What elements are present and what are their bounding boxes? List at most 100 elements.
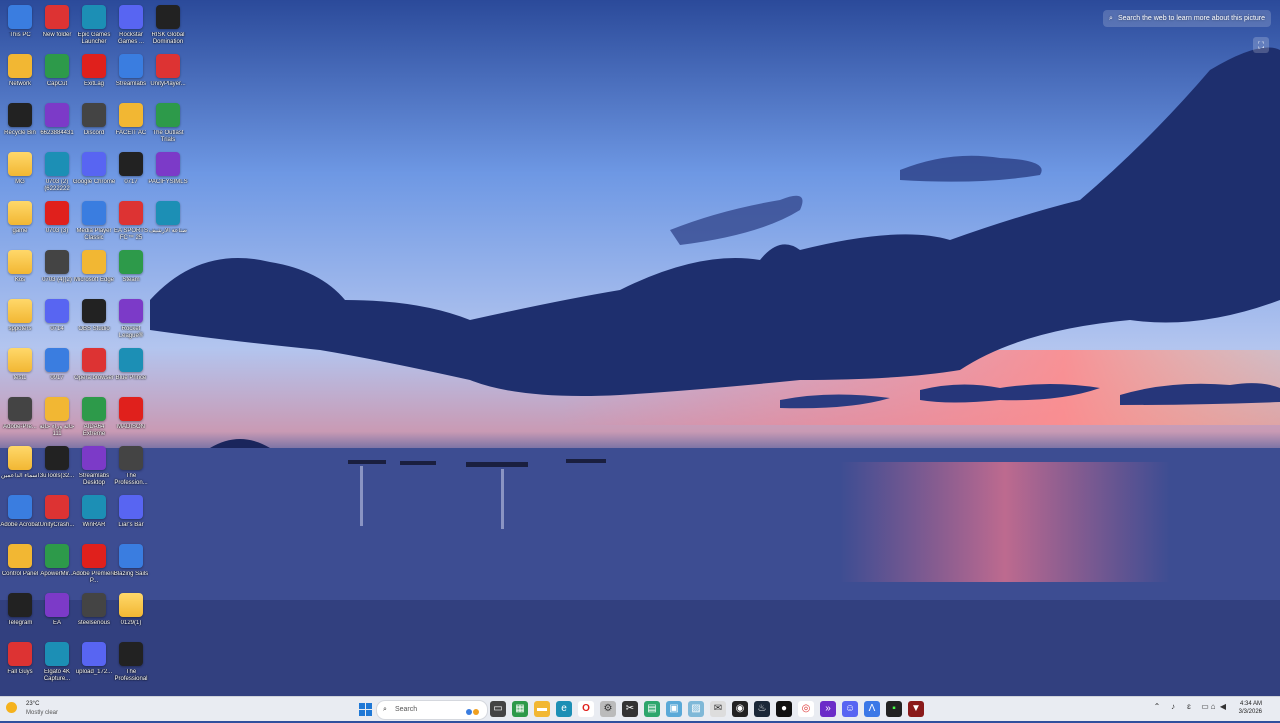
start-button[interactable] <box>357 701 373 717</box>
desktop-icon[interactable]: Epic Games Launcher <box>74 3 114 49</box>
desktop-icon[interactable]: ApowerMir... <box>37 542 77 588</box>
desktop-icon[interactable]: Adobe Acrobat <box>0 493 40 539</box>
desktop-icon[interactable]: Adobe-Pre... <box>0 395 40 441</box>
desktop-icon[interactable]: 0717 <box>111 150 151 196</box>
weather-widget[interactable]: 23°C Mostly clear <box>6 700 86 718</box>
desktop-icon[interactable]: game <box>0 199 40 245</box>
desktop-icon[interactable]: OBS Studio <box>74 297 114 343</box>
desktop-icon[interactable]: Blue Prince <box>111 346 151 392</box>
desktop-icon[interactable]: UnityCrash... <box>37 493 77 539</box>
desktop-icon[interactable]: ExitLag <box>74 52 114 98</box>
desktop-icon[interactable]: 0714 <box>37 297 77 343</box>
desktop-icon[interactable]: CapCut <box>37 52 77 98</box>
microphone-icon[interactable]: ♪ <box>1168 702 1178 711</box>
desktop-icon[interactable]: Media Player Classic <box>74 199 114 245</box>
desktop-icon[interactable]: حالة وراء حالة 111 <box>37 395 77 441</box>
desktop-icon[interactable]: RISK Global Domination <box>148 3 188 49</box>
show-desktop-button[interactable] <box>1270 701 1273 717</box>
desktop-icon[interactable]: Liar's Bar <box>111 493 151 539</box>
desktop-icon[interactable]: 0703 (3) <box>37 199 77 245</box>
desktop-icon[interactable]: Streamlabs Desktop <box>74 444 114 490</box>
network-icon[interactable]: ⌂ <box>1208 702 1218 711</box>
desktop-icon[interactable]: Adobe Premiere P... <box>72 542 116 588</box>
app-icon <box>119 446 143 470</box>
exitlag-icon[interactable]: » <box>820 701 836 717</box>
opera-icon[interactable]: O <box>578 701 594 717</box>
desktop-icon[interactable]: EA SPORTS FC™ 25 <box>111 199 151 245</box>
app-icon <box>82 348 106 372</box>
desktop-icon[interactable]: upload_172... <box>74 640 114 686</box>
streamlabs-icon[interactable]: ◉ <box>732 701 748 717</box>
desktop-icon[interactable]: Control Panel <box>0 542 40 588</box>
lens-corner-icon[interactable]: ⛶ <box>1253 37 1269 53</box>
settings-gear-icon[interactable]: ⚙ <box>600 701 616 717</box>
desktop-icon[interactable]: PACIFYSIMLS <box>148 150 188 196</box>
steam-icon[interactable]: ♨ <box>754 701 770 717</box>
desktop-icon[interactable]: sppoters <box>0 297 40 343</box>
desktop-icon[interactable]: UnityPlayer... <box>148 52 188 98</box>
desktop-icon[interactable]: MADISON <box>111 395 151 441</box>
taskbar-search-box[interactable]: ⌕ Search <box>376 700 488 720</box>
desktop-icon[interactable]: 0917 <box>37 346 77 392</box>
desktop-icon[interactable]: Kos <box>0 248 40 294</box>
desktop-icon[interactable]: Discord <box>74 101 114 147</box>
desktop-icon[interactable]: Rocket League® <box>111 297 151 343</box>
streamlabs-desktop-icon[interactable]: ▪ <box>886 701 902 717</box>
desktop-icon[interactable]: The Professional <box>111 640 151 686</box>
mail-icon[interactable]: ✉ <box>710 701 726 717</box>
taskbar-clock[interactable]: 4:34 AM 3/3/2026 <box>1228 700 1262 716</box>
desktop-icon[interactable]: The Outlast Trials <box>148 101 188 147</box>
desktop-icon[interactable]: Elgato 4K Capture... <box>37 640 77 686</box>
desktop-icon[interactable]: Microsoft Edge <box>74 248 114 294</box>
desktop-icon[interactable]: Telegram <box>0 591 40 637</box>
desktop-icon[interactable]: 0129(1) <box>111 591 151 637</box>
visual-search-pill[interactable]: ⌕ Search the web to learn more about thi… <box>1103 10 1271 27</box>
desktop-icon[interactable]: Blazing Sails <box>111 542 151 588</box>
obs-icon[interactable]: ● <box>776 701 792 717</box>
desktop-icon[interactable]: صناعة الأرشيف <box>148 199 188 245</box>
volume-icon[interactable]: ◀ <box>1218 702 1228 711</box>
desktop-icon[interactable]: EA <box>37 591 77 637</box>
task-view-icon[interactable]: ▭ <box>490 701 506 717</box>
desktop-icon[interactable]: test1 <box>0 346 40 392</box>
app-icon <box>45 54 69 78</box>
photos-icon[interactable]: ▨ <box>688 701 704 717</box>
desktop-icon-grid: This PC Network Recycle Bin MG game Kos sppote… <box>0 0 190 696</box>
desktop-icon[interactable]: اسماء الداعمين <box>0 444 40 490</box>
file-explorer-icon[interactable]: ▬ <box>534 701 550 717</box>
desktop-icon[interactable]: Streamlabs <box>111 52 151 98</box>
apowermirror-icon[interactable]: Λ <box>864 701 880 717</box>
notepad-icon[interactable]: ▤ <box>644 701 660 717</box>
app-icon <box>82 201 106 225</box>
app-icon <box>119 397 143 421</box>
desktop-icon[interactable]: Opera browser <box>74 346 114 392</box>
desktop-icon[interactable]: This PC <box>0 3 40 49</box>
capcut-icon[interactable]: ✂ <box>622 701 638 717</box>
desktop-icon[interactable]: 0703 (2)(6222222 <box>37 150 77 196</box>
widgets-icon[interactable]: ▦ <box>512 701 528 717</box>
edge-icon[interactable]: e <box>556 701 572 717</box>
desktop-icon[interactable]: Recycle Bin <box>0 101 40 147</box>
desktop-icon[interactable]: AIDA64 Extreme <box>74 395 114 441</box>
desktop-icon[interactable]: Rockstar Games ... <box>111 3 151 49</box>
desktop-icon[interactable]: MG <box>0 150 40 196</box>
desktop-icon[interactable]: steelserious <box>74 591 114 637</box>
faceit-icon[interactable]: ▼ <box>908 701 924 717</box>
chevron-up-icon[interactable]: ⌃ <box>1152 702 1162 711</box>
desktop-icon[interactable]: Google Chrome <box>73 150 115 196</box>
desktop-icon[interactable]: Steam <box>111 248 151 294</box>
app-icon <box>45 642 69 666</box>
calendar-icon[interactable]: ▣ <box>666 701 682 717</box>
desktop-icon[interactable]: Fall Guys <box>0 640 40 686</box>
chrome-icon[interactable]: ◎ <box>798 701 814 717</box>
desktop-icon[interactable]: Network <box>0 52 40 98</box>
desktop-icon[interactable]: 3uTools(32... <box>37 444 77 490</box>
desktop-icon[interactable]: FACEIT AC <box>111 101 151 147</box>
desktop-icon[interactable]: New folder <box>37 3 77 49</box>
app-icon <box>45 348 69 372</box>
desktop-icon[interactable]: WinRAR <box>74 493 114 539</box>
desktop-icon[interactable]: The Profession... <box>111 444 151 490</box>
desktop-icon[interactable]: 0703 (4)(2) <box>37 248 77 294</box>
discord-icon[interactable]: ☺ <box>842 701 858 717</box>
desktop-icon[interactable]: 6623884431 <box>37 101 77 147</box>
